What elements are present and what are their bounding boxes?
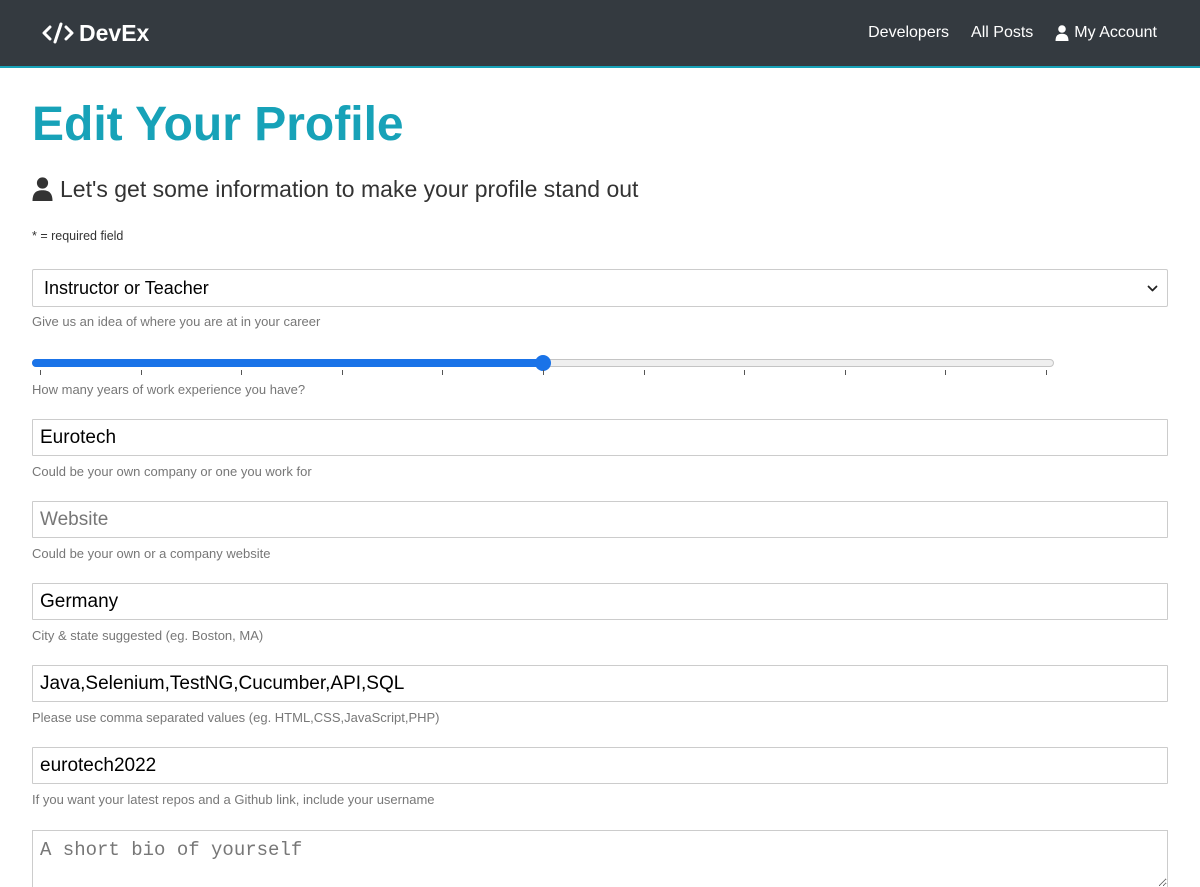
slider-tick (241, 370, 243, 375)
navbar: DevEx Developers All Posts My Account (0, 0, 1200, 68)
website-hint: Could be your own or a company website (32, 546, 271, 561)
experience-hint: How many years of work experience you ha… (32, 382, 306, 397)
status-hint: Give us an idea of where you are at in y… (32, 314, 321, 329)
nav-links: Developers All Posts My Account (846, 22, 1157, 44)
page-lead: Let's get some information to make your … (32, 173, 638, 205)
slider-fill (32, 359, 543, 367)
brand-name: DevEx (79, 19, 150, 46)
code-icon (42, 22, 74, 44)
slider-tick (1046, 370, 1047, 375)
slider-tick (543, 370, 544, 375)
status-selected-value: Instructor or Teacher (44, 277, 209, 298)
website-input[interactable] (32, 501, 1168, 538)
github-username-input[interactable] (32, 747, 1168, 784)
company-input[interactable] (32, 419, 1168, 456)
github-hint: If you want your latest repos and a Gith… (32, 792, 435, 807)
bio-textarea[interactable] (32, 830, 1168, 887)
page-title: Edit Your Profile (32, 98, 404, 151)
required-note: * = required field (32, 229, 124, 243)
user-icon (1055, 25, 1069, 41)
lead-text: Let's get some information to make your … (60, 175, 639, 202)
location-hint: City & state suggested (eg. Boston, MA) (32, 628, 264, 643)
slider-tick (744, 370, 746, 375)
user-icon (32, 177, 53, 201)
slider-tick (40, 370, 41, 375)
nav-link-developers[interactable]: Developers (868, 24, 949, 42)
slider-thumb[interactable] (535, 355, 551, 371)
status-select[interactable]: Instructor or Teacher (32, 269, 1168, 307)
skills-hint: Please use comma separated values (eg. H… (32, 710, 440, 725)
location-input[interactable] (32, 583, 1168, 620)
nav-link-my-account[interactable]: My Account (1055, 24, 1157, 42)
skills-input[interactable] (32, 665, 1168, 702)
slider-tick (945, 370, 947, 375)
slider-tick (140, 370, 142, 375)
slider-tick (442, 370, 444, 375)
my-account-label: My Account (1074, 24, 1157, 41)
slider-tick (341, 370, 343, 375)
chevron-down-icon (1147, 285, 1158, 292)
nav-link-all-posts[interactable]: All Posts (971, 24, 1033, 42)
experience-slider[interactable] (32, 352, 1054, 376)
slider-tick (844, 370, 846, 375)
brand-link[interactable]: DevEx (42, 18, 149, 48)
slider-tick (643, 370, 645, 375)
company-hint: Could be your own company or one you wor… (32, 464, 312, 479)
